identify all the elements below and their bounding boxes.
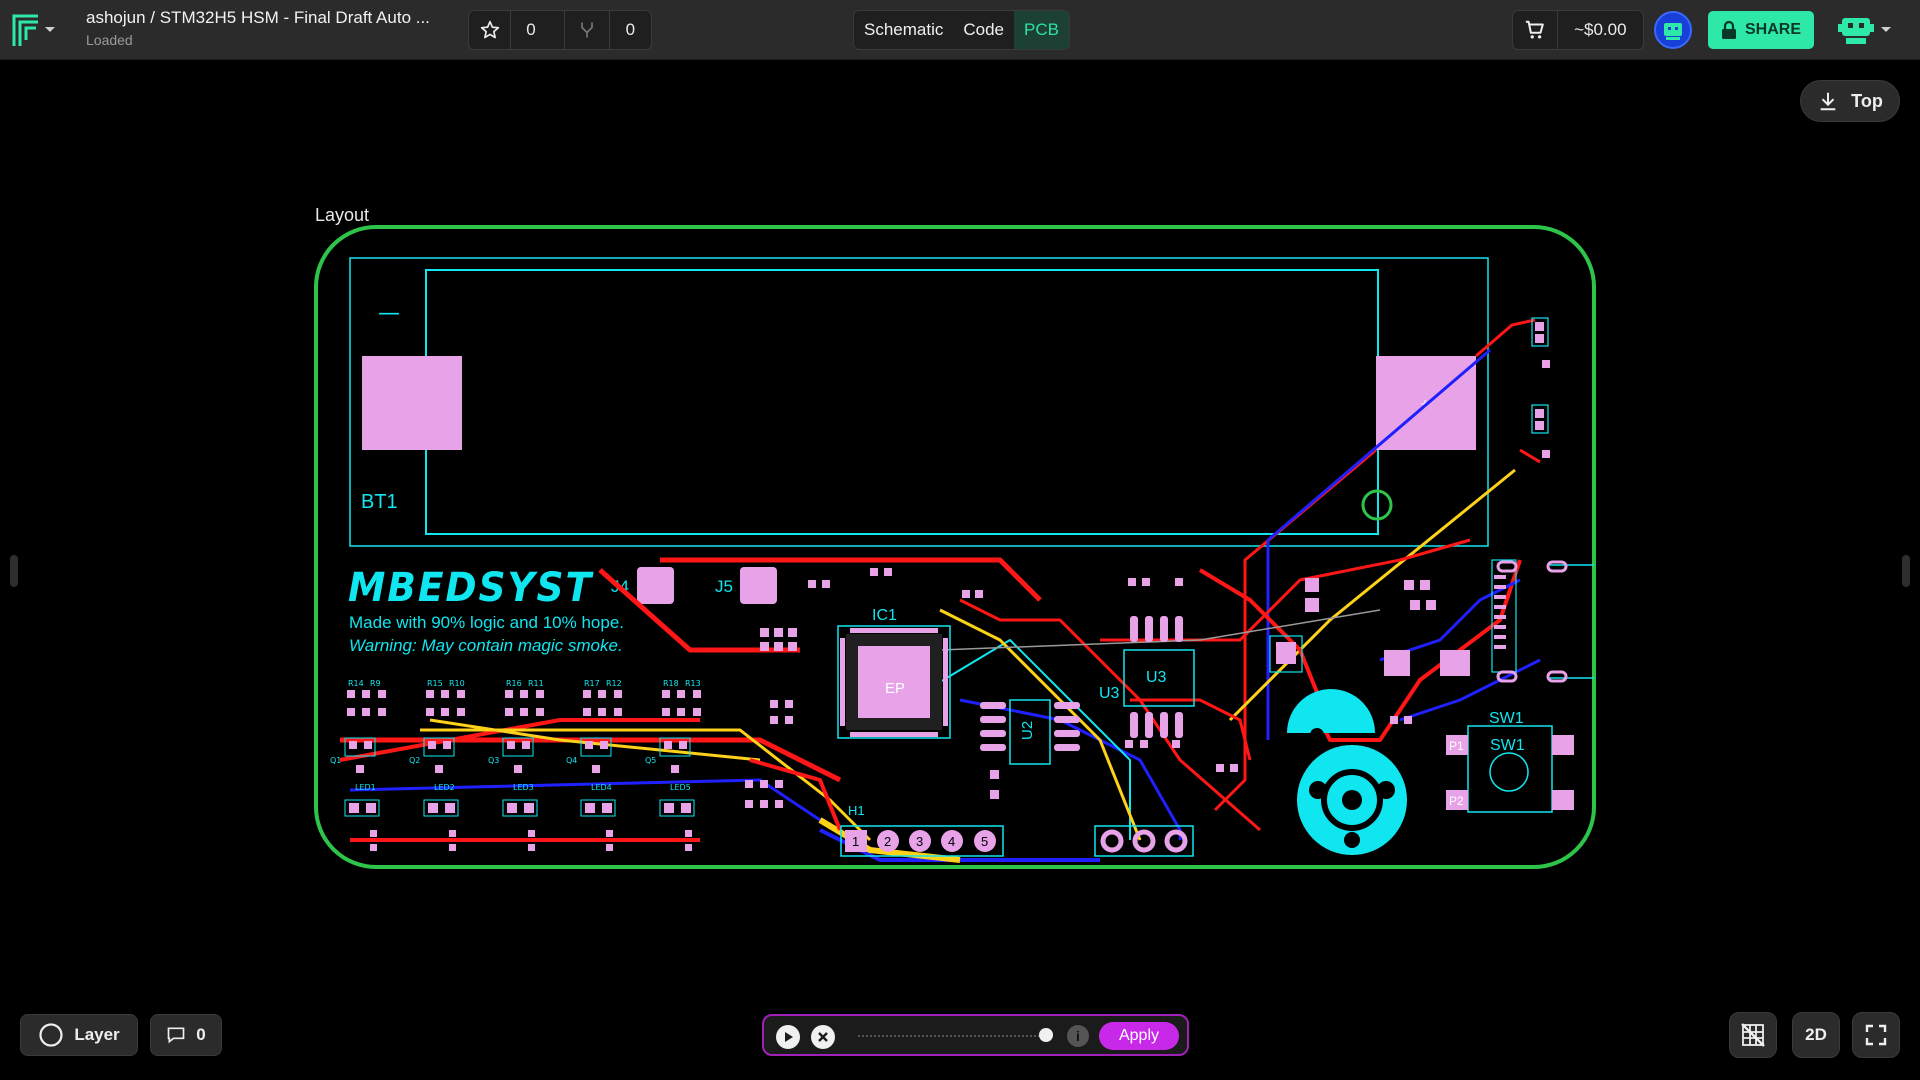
j5-pad[interactable] xyxy=(740,567,777,604)
u3-label-inner: U3 xyxy=(1146,669,1167,686)
fullscreen-button[interactable] xyxy=(1852,1012,1900,1058)
battery-holder-outline xyxy=(349,257,1489,547)
pin4-label: 4 xyxy=(948,834,955,849)
h1-label: H1 xyxy=(848,803,865,818)
fullscreen-icon xyxy=(1865,1024,1887,1046)
tagline: Made with 90% logic and 10% hope. xyxy=(349,613,624,632)
q1-label: Q1 xyxy=(330,756,341,765)
play-button[interactable] xyxy=(776,1025,800,1049)
battery-pad-negative[interactable] xyxy=(362,356,462,450)
pin1-label: 1 xyxy=(852,834,859,849)
r12-label: R12 xyxy=(606,679,622,688)
view-mode-button[interactable]: 2D xyxy=(1792,1012,1840,1058)
battery-minus-label: — xyxy=(378,301,400,326)
comment-icon xyxy=(167,1027,185,1044)
apply-button[interactable]: Apply xyxy=(1099,1022,1179,1050)
led4-label: LED4 xyxy=(591,783,612,792)
q5-label: Q5 xyxy=(645,756,656,765)
bt1-label: BT1 xyxy=(361,491,398,513)
play-icon xyxy=(785,1032,793,1042)
crystal-pad-a[interactable] xyxy=(1384,650,1410,676)
q3-label: Q3 xyxy=(488,756,499,765)
r17-label: R17 xyxy=(584,679,600,688)
brand-logo: MBEDSYST xyxy=(348,565,594,611)
battery-inner-outline xyxy=(425,269,1379,535)
led-driver-array xyxy=(344,690,701,851)
close-icon xyxy=(818,1032,828,1042)
pin3-label: 3 xyxy=(916,834,923,849)
ic1-label: IC1 xyxy=(872,607,897,624)
header-pin-labels: 1 2 3 4 5 xyxy=(852,834,988,849)
sw1-label-outer: SW1 xyxy=(1489,710,1524,727)
pcb-canvas[interactable]: — + BT1 MBEDSYST Made with 90% logic and… xyxy=(0,0,1920,1080)
r16-label: R16 xyxy=(506,679,522,688)
info-icon[interactable]: i xyxy=(1067,1025,1089,1047)
u2-label: U2 xyxy=(1019,721,1036,740)
r13-label: R13 xyxy=(685,679,701,688)
grid-toggle-button[interactable] xyxy=(1729,1012,1777,1058)
layer-circle-icon xyxy=(39,1023,63,1047)
led2-label: LED2 xyxy=(434,783,455,792)
led1-label: LED1 xyxy=(355,783,376,792)
r14-label: R14 xyxy=(348,679,364,688)
j5-label: J5 xyxy=(715,577,733,596)
q2-label: Q2 xyxy=(409,756,420,765)
ep-label: EP xyxy=(885,680,905,697)
r11-label: R11 xyxy=(528,679,544,688)
q4-label: Q4 xyxy=(566,756,577,765)
layer-button[interactable]: Layer xyxy=(20,1014,138,1056)
p2-label: P2 xyxy=(1449,794,1464,808)
crystal-pad-b[interactable] xyxy=(1440,650,1470,676)
j4-pad[interactable] xyxy=(637,567,674,604)
autolayout-player: i Apply xyxy=(762,1014,1189,1056)
r9-label: R9 xyxy=(370,679,381,688)
sw1-label-inner: SW1 xyxy=(1490,737,1525,754)
p1-label: P1 xyxy=(1449,739,1464,753)
comment-count: 0 xyxy=(196,1025,206,1044)
progress-slider-handle[interactable] xyxy=(1039,1028,1053,1042)
r18-label: R18 xyxy=(663,679,679,688)
comments-button[interactable]: 0 xyxy=(150,1014,222,1056)
pin5-label: 5 xyxy=(981,834,988,849)
robot-silkscreen-art xyxy=(1287,689,1407,855)
cancel-button[interactable] xyxy=(811,1025,835,1049)
power-header[interactable] xyxy=(1094,825,1194,857)
led5-label: LED5 xyxy=(670,783,691,792)
progress-slider-track xyxy=(858,1035,1048,1037)
led3-label: LED3 xyxy=(513,783,534,792)
grid-off-icon xyxy=(1741,1023,1765,1047)
r15-label: R15 xyxy=(427,679,443,688)
usb-connector[interactable] xyxy=(1491,559,1568,683)
warning-text: Warning: May contain magic smoke. xyxy=(349,636,623,655)
right-column-parts xyxy=(1531,317,1550,458)
r10-label: R10 xyxy=(449,679,465,688)
board-outline xyxy=(314,225,1596,869)
u3-label-outer: U3 xyxy=(1099,685,1120,702)
layer-label: Layer xyxy=(74,1025,120,1044)
pin2-label: 2 xyxy=(884,834,891,849)
